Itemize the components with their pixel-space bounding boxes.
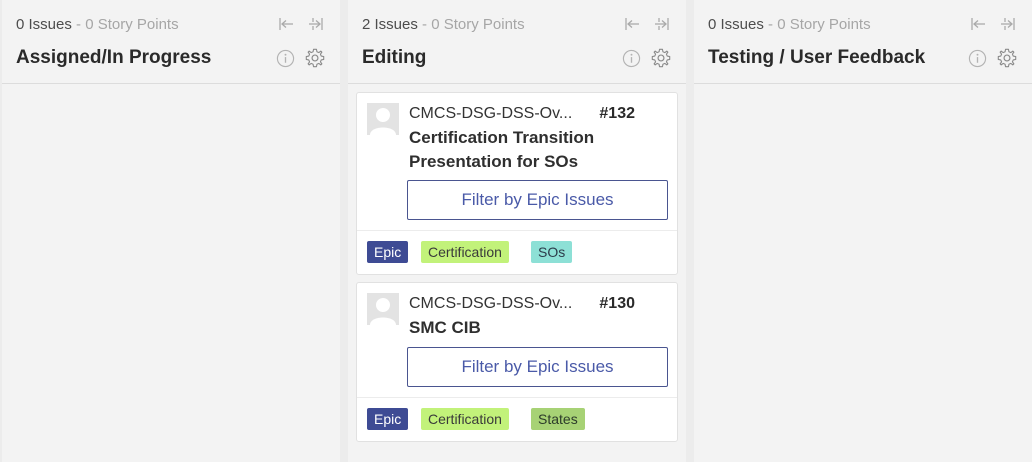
column-title: Testing / User Feedback bbox=[708, 47, 926, 68]
column-title: Assigned/In Progress bbox=[16, 47, 212, 68]
gear-icon[interactable] bbox=[996, 47, 1018, 69]
column-header: 2 Issues - 0 Story Points Editing bbox=[348, 0, 686, 84]
filter-by-epic-button[interactable]: Filter by Epic Issues bbox=[407, 180, 668, 220]
info-icon[interactable] bbox=[276, 49, 295, 68]
issue-count: 0 Issues bbox=[16, 16, 72, 33]
column-header: 0 Issues - 0 Story Points Assigned/In Pr… bbox=[2, 0, 340, 84]
label-certification[interactable]: Certification bbox=[421, 408, 509, 430]
collapse-left-icon[interactable] bbox=[278, 16, 294, 32]
story-points: 0 Story Points bbox=[85, 16, 179, 33]
issue-card[interactable]: CMCS-DSG-DSS-Ov... #130 SMC CIB Filter b… bbox=[356, 282, 678, 442]
label-epic[interactable]: Epic bbox=[367, 408, 409, 430]
gear-icon[interactable] bbox=[304, 47, 326, 69]
column-assigned-in-progress: 0 Issues - 0 Story Points Assigned/In Pr… bbox=[2, 0, 340, 462]
gear-icon[interactable] bbox=[650, 47, 672, 69]
column-testing-user-feedback: 0 Issues - 0 Story Points Testing / User… bbox=[694, 0, 1032, 462]
avatar-icon bbox=[367, 293, 399, 325]
card-labels: Epic Certification SOs bbox=[357, 230, 677, 274]
card-repo-name[interactable]: CMCS-DSG-DSS-Ov... bbox=[409, 105, 572, 123]
board: 0 Issues - 0 Story Points Assigned/In Pr… bbox=[0, 0, 1032, 462]
story-points: 0 Story Points bbox=[777, 16, 871, 33]
label-epic[interactable]: Epic bbox=[367, 241, 409, 263]
issue-count: 2 Issues bbox=[362, 16, 418, 33]
info-icon[interactable] bbox=[622, 49, 641, 68]
stats-separator: - bbox=[71, 16, 86, 33]
label-sos[interactable]: SOs bbox=[531, 241, 573, 263]
card-issue-number[interactable]: #130 bbox=[599, 295, 635, 313]
column-stats: 0 Issues - 0 Story Points bbox=[708, 16, 871, 33]
story-points: 0 Story Points bbox=[431, 16, 525, 33]
card-issue-number[interactable]: #132 bbox=[599, 105, 635, 123]
label-certification[interactable]: Certification bbox=[421, 241, 509, 263]
collapse-right-icon[interactable] bbox=[654, 16, 670, 32]
stats-separator: - bbox=[417, 16, 432, 33]
label-states[interactable]: States bbox=[531, 408, 585, 430]
issue-count: 0 Issues bbox=[708, 16, 764, 33]
stats-separator: - bbox=[763, 16, 778, 33]
card-labels: Epic Certification States bbox=[357, 397, 677, 441]
collapse-right-icon[interactable] bbox=[308, 16, 324, 32]
collapse-left-icon[interactable] bbox=[624, 16, 640, 32]
info-icon[interactable] bbox=[968, 49, 987, 68]
column-title: Editing bbox=[362, 47, 427, 68]
column-stats: 0 Issues - 0 Story Points bbox=[16, 16, 179, 33]
card-repo-name[interactable]: CMCS-DSG-DSS-Ov... bbox=[409, 295, 572, 313]
collapse-right-icon[interactable] bbox=[1000, 16, 1016, 32]
card-title[interactable]: SMC CIB bbox=[409, 316, 659, 340]
issue-card[interactable]: CMCS-DSG-DSS-Ov... #132 Certification Tr… bbox=[356, 92, 678, 275]
collapse-left-icon[interactable] bbox=[970, 16, 986, 32]
column-stats: 2 Issues - 0 Story Points bbox=[362, 16, 525, 33]
card-title[interactable]: Certification Transition Presentation fo… bbox=[409, 126, 659, 174]
column-editing: 2 Issues - 0 Story Points Editing CMCS-D… bbox=[348, 0, 686, 462]
column-header: 0 Issues - 0 Story Points Testing / User… bbox=[694, 0, 1032, 84]
filter-by-epic-button[interactable]: Filter by Epic Issues bbox=[407, 347, 668, 387]
avatar-icon bbox=[367, 103, 399, 135]
